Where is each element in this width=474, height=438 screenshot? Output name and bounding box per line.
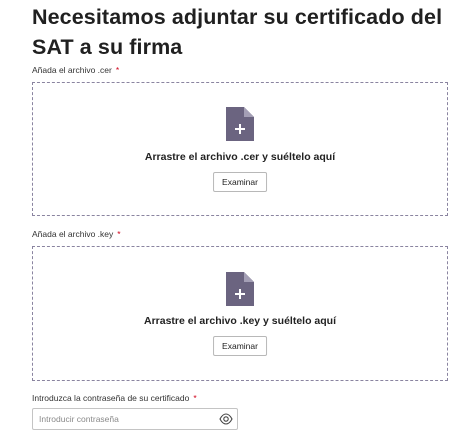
key-field-label: Añada el archivo .key * xyxy=(32,229,121,240)
key-browse-button[interactable]: Examinar xyxy=(213,336,267,356)
cer-browse-button[interactable]: Examinar xyxy=(213,172,267,192)
cer-dropzone[interactable]: Arrastre el archivo .cer y suéltelo aquí… xyxy=(32,82,448,216)
key-label-text: Añada el archivo .key xyxy=(32,229,114,239)
required-mark: * xyxy=(117,229,121,239)
password-input[interactable] xyxy=(33,409,225,429)
key-drop-text: Arrastre el archivo .key y suéltelo aquí xyxy=(143,315,336,327)
required-mark: * xyxy=(193,393,197,403)
required-mark: * xyxy=(115,65,120,75)
cer-field-label: Añada el archivo .cer * xyxy=(32,65,119,76)
password-label-text: Introduzca la contraseña de su certifica… xyxy=(32,393,190,403)
password-field-wrapper xyxy=(32,408,238,430)
cer-label-text: Añada el archivo .cer xyxy=(32,65,112,75)
cer-drop-text: Arrastre el archivo .cer y suéltelo aquí xyxy=(144,151,336,163)
key-dropzone[interactable]: Arrastre el archivo .key y suéltelo aquí… xyxy=(32,246,448,381)
file-add-icon xyxy=(226,107,254,141)
password-field-label: Introduzca la contraseña de su certifica… xyxy=(32,393,197,404)
eye-icon[interactable] xyxy=(219,413,233,425)
page-title: Necesitamos adjuntar su certificado del … xyxy=(32,5,443,59)
file-add-icon xyxy=(226,272,254,306)
